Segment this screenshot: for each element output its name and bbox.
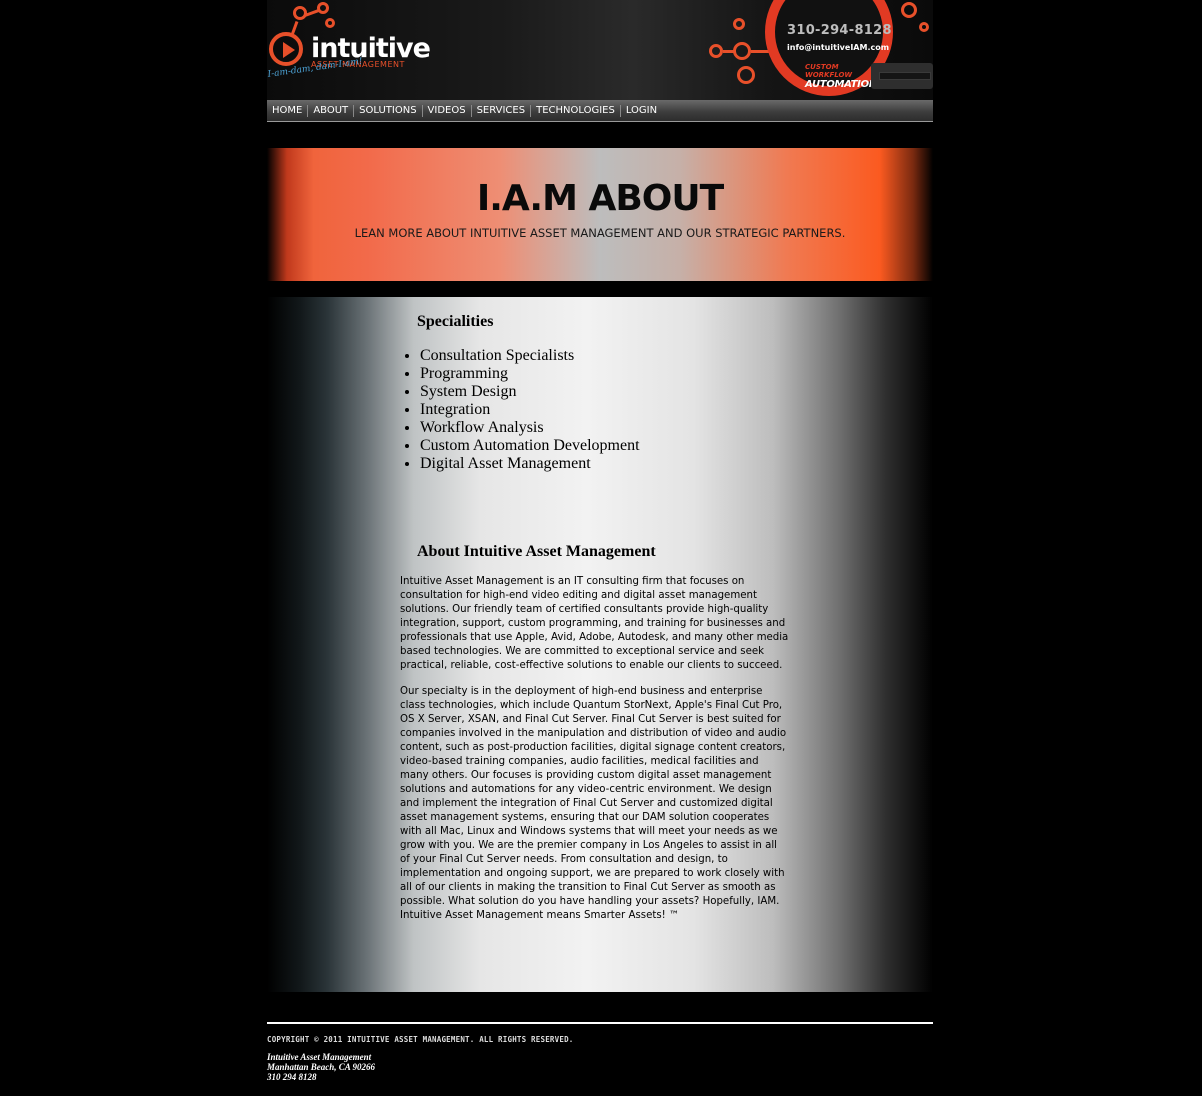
header-email-link[interactable]: info@intuitiveIAM.com: [787, 43, 889, 52]
site-header: intuitive ASSET MANAGEMENT I-am-dam, dam…: [267, 0, 933, 100]
molecule-node-icon: [919, 22, 929, 32]
molecule-node-icon: [733, 18, 745, 30]
play-icon: [283, 42, 295, 58]
footer-address: Intuitive Asset Management Manhattan Bea…: [267, 1052, 375, 1082]
nav-item-technologies[interactable]: TECHNOLOGIES: [530, 104, 620, 117]
about-heading: About Intuitive Asset Management: [417, 543, 656, 560]
header-search-box[interactable]: [871, 63, 933, 89]
list-item: Consultation Specialists: [420, 347, 640, 365]
footer-company: Intuitive Asset Management: [267, 1052, 372, 1062]
molecule-node-icon: [737, 66, 755, 84]
molecule-node-icon: [901, 2, 917, 18]
specialities-heading: Specialities: [417, 313, 494, 330]
nav-item-videos[interactable]: VIDEOS: [421, 104, 471, 117]
molecule-link: [723, 50, 735, 53]
search-field[interactable]: [879, 72, 931, 80]
list-item: System Design: [420, 383, 640, 401]
nav-item-login[interactable]: LOGIN: [619, 104, 662, 117]
molecule-node-icon: [709, 44, 723, 58]
molecule-node-icon: [325, 18, 335, 28]
molecule-node-icon: [317, 2, 329, 14]
nav-item-about[interactable]: ABOUT: [307, 104, 353, 117]
page-title: I.A.M ABOUT: [476, 178, 724, 219]
about-paragraph: Intuitive Asset Management is an IT cons…: [400, 576, 789, 671]
specialities-list: Consultation Specialists Programming Sys…: [404, 347, 640, 473]
footer-copyright: COPYRIGHT © 2011 INTUITIVE ASSET MANAGEM…: [267, 1035, 574, 1044]
about-paragraph: Our specialty is in the deployment of hi…: [400, 686, 787, 921]
list-item: Digital Asset Management: [420, 455, 640, 473]
nav-item-home[interactable]: HOME: [267, 105, 307, 117]
main-content: Specialities Consultation Specialists Pr…: [267, 297, 933, 992]
list-item: Custom Automation Development: [420, 437, 640, 455]
list-item: Integration: [420, 401, 640, 419]
main-nav: HOME ABOUT SOLUTIONS VIDEOS SERVICES TEC…: [267, 100, 933, 122]
molecule-node-icon: [733, 42, 751, 60]
nav-item-solutions[interactable]: SOLUTIONS: [353, 104, 421, 117]
footer-divider: [267, 1022, 933, 1024]
footer-city: Manhattan Beach, CA 90266: [267, 1062, 376, 1072]
page-subtitle: LEAN MORE ABOUT INTUITIVE ASSET MANAGEME…: [354, 226, 846, 240]
page-banner: I.A.M ABOUT LEAN MORE ABOUT INTUITIVE AS…: [267, 148, 933, 281]
nav-item-services[interactable]: SERVICES: [470, 104, 531, 117]
list-item: Workflow Analysis: [420, 419, 640, 437]
footer-phone: 310 294 8128: [267, 1072, 317, 1082]
header-phone[interactable]: 310-294-8128: [787, 23, 892, 38]
list-item: Programming: [420, 365, 640, 383]
badge-bottom-label: AUTOMATION: [805, 79, 877, 90]
automation-badge[interactable]: CUSTOM WORKFLOW AUTOMATION: [805, 63, 877, 90]
badge-top-label: CUSTOM WORKFLOW: [805, 63, 853, 79]
